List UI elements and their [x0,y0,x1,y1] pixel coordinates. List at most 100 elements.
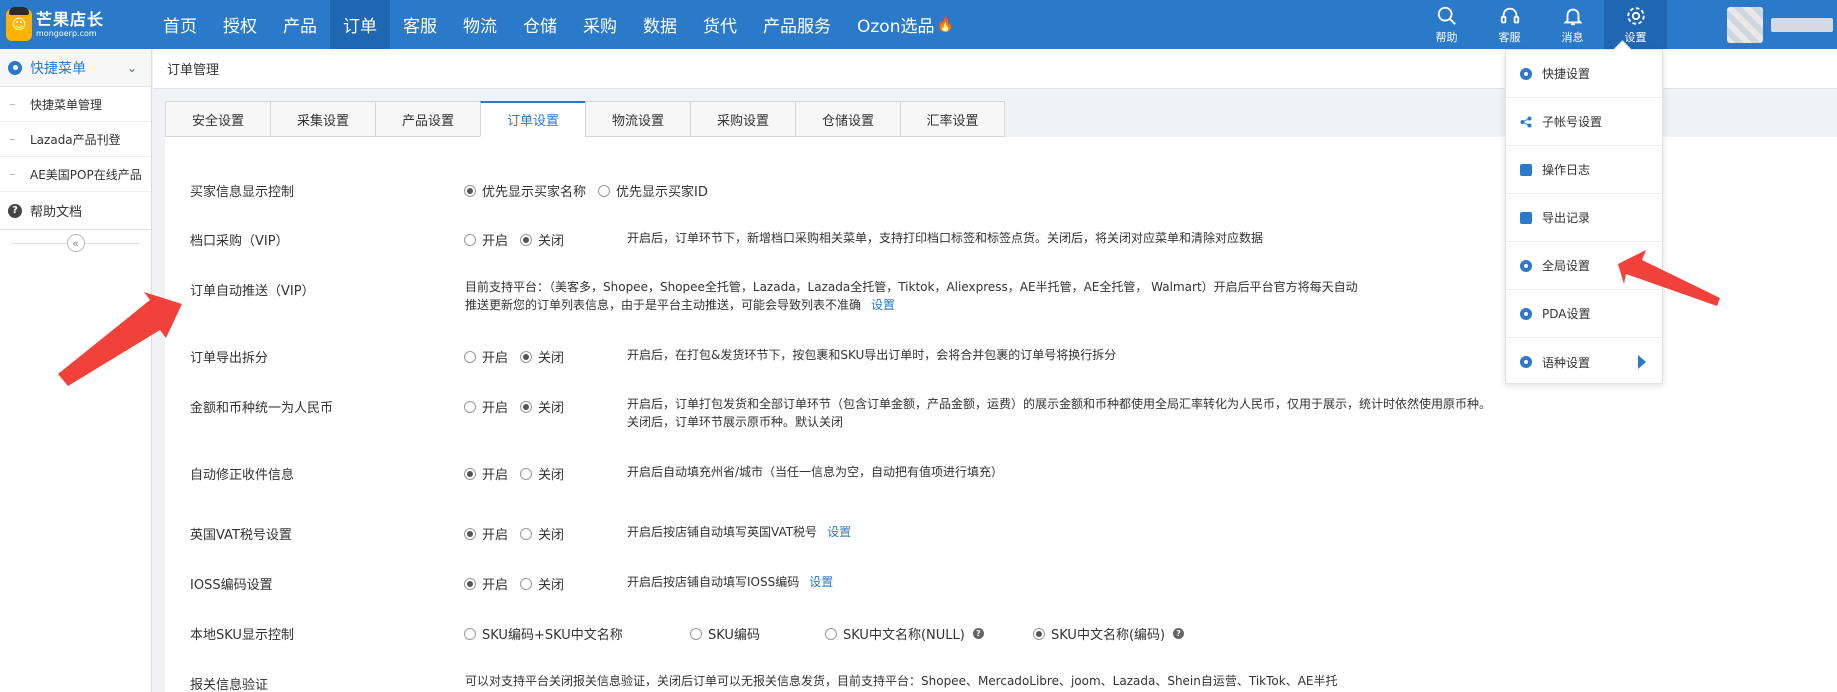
setting-label: 买家信息显示控制 [190,185,295,200]
nav-ozon[interactable]: Ozon选品 🔥 [844,0,967,49]
setting-description: 目前支持平台：（美客多，Shopee，Shopee全托管，Lazada，Laza… [465,280,1358,312]
nav-data[interactable]: 数据 [630,0,690,49]
tab-purchase[interactable]: 采购设置 [690,101,795,137]
tab-warehouse[interactable]: 仓储设置 [795,101,900,137]
ioss-settings-link[interactable]: 设置 [809,575,833,589]
radio-buyer-name[interactable]: 优先显示买家名称 [464,181,586,200]
help-tooltip-icon[interactable]: ? [972,628,984,639]
menu-item-export-records[interactable]: 导出记录 [1506,194,1662,242]
menu-item-pda-settings[interactable]: PDA设置 [1506,290,1662,338]
page-title: 订单管理 [167,63,220,78]
setting-label: 自动修正收件信息 [190,468,295,483]
tab-logistics[interactable]: 物流设置 [585,101,690,137]
setting-description: 开启后自动填充州省/城市（当任一信息为空，自动把有值项进行填充） [627,465,1004,479]
nav-logistics[interactable]: 物流 [450,0,510,49]
nav-auth[interactable]: 授权 [210,0,270,49]
radio-sku-code-name[interactable]: SKU编码+SKU中文名称 [464,624,690,643]
radio-off[interactable]: 关闭 [520,574,564,593]
nav-home[interactable]: 首页 [150,0,210,49]
sidebar-item-lazada-listing[interactable]: Lazada产品刊登 [0,122,151,157]
uk-vat-settings-link[interactable]: 设置 [827,525,851,539]
setting-description: 开启后按店铺自动填写IOSS编码 设置 [627,575,834,589]
radio-off[interactable]: 关闭 [520,464,564,483]
collapse-sidebar-button[interactable]: « [66,234,85,252]
main-nav: 首页 授权 产品 订单 客服 物流 仓储 采购 数据 货代 产品服务 Ozon选… [150,0,967,49]
nav-service[interactable]: 客服 [390,0,450,49]
radio-buyer-id[interactable]: 优先显示买家ID [598,181,708,200]
setting-description: 可以对支持平台关闭报关信息验证，关闭后订单可以无报关信息发货，目前支持平台：Sh… [465,674,1338,688]
brand-logo[interactable]: ☺ 芒果店长 mongoerp.com [0,0,150,49]
gear-icon [1520,307,1532,320]
radio-on[interactable]: 开启 [464,524,508,543]
menu-item-language-settings[interactable]: 语种设置 [1506,338,1662,386]
setting-label: IOSS编码设置 [190,578,273,593]
radio-on[interactable]: 开启 [464,464,508,483]
sidebar-item-ae-pop[interactable]: AE美国POP在线产品 [0,157,151,192]
settings-button[interactable]: 设置 [1604,0,1667,49]
setting-description: 开启后，在打包&发货环节下，按包裹和SKU导出订单时，会将合并包裹的订单号将换行… [627,348,1117,362]
gear-icon [1520,259,1532,272]
username-blurred [1771,17,1833,32]
setting-description: 开启后按店铺自动填写英国VAT税号 设置 [627,525,852,539]
avatar [1727,6,1763,43]
radio-on[interactable]: 开启 [464,574,508,593]
doc-icon [1520,163,1532,176]
fire-icon: 🔥 [936,16,954,33]
sidebar-item-quick-menu-manage[interactable]: 快捷菜单管理 [0,87,151,122]
radio-on[interactable]: 开启 [464,230,508,249]
sidebar-quick-menu[interactable]: 快捷菜单 ⌄ [0,49,151,87]
tab-order[interactable]: 订单设置 [480,101,585,137]
nav-warehouse[interactable]: 仓储 [510,0,570,49]
tab-collect[interactable]: 采集设置 [270,101,375,137]
menu-item-quick-settings[interactable]: 快捷设置 [1506,50,1662,98]
quick-menu-icon [8,60,22,75]
message-button[interactable]: 消息 [1541,0,1604,49]
setting-label: 档口采购（VIP） [190,234,289,249]
service-button[interactable]: 客服 [1478,0,1541,49]
nav-forwarder[interactable]: 货代 [690,0,750,49]
user-menu[interactable] [1667,0,1837,49]
chevron-down-icon: ⌄ [126,60,137,75]
nav-order[interactable]: 订单 [330,0,390,49]
settings-dropdown-menu: 快捷设置 子帐号设置 操作日志 导出记录 全局设置 PDA设置 语种设置 [1505,49,1663,384]
settings-tabs: 安全设置 采集设置 产品设置 订单设置 物流设置 采购设置 仓储设置 汇率设置 [165,101,1005,137]
share-icon [1520,116,1532,128]
radio-off[interactable]: 关闭 [520,524,564,543]
caret-right-icon [1638,355,1646,369]
nav-product[interactable]: 产品 [270,0,330,49]
nav-purchase[interactable]: 采购 [570,0,630,49]
bell-icon [1562,8,1583,25]
menu-item-global-settings[interactable]: 全局设置 [1506,242,1662,290]
sidebar: 快捷菜单 ⌄ 快捷菜单管理 Lazada产品刊登 AE美国POP在线产品 ? 帮… [0,49,152,692]
radio-on[interactable]: 开启 [464,397,508,416]
radio-sku-code[interactable]: SKU编码 [690,624,825,643]
setting-label: 金额和币种统一为人民币 [190,401,334,416]
radio-sku-name-null[interactable]: SKU中文名称(NULL)? [825,624,1033,643]
radio-off[interactable]: 关闭 [520,230,564,249]
mango-logo-icon: ☺ [6,6,32,41]
setting-label: 英国VAT税号设置 [190,528,292,543]
nav-product-service[interactable]: 产品服务 [750,0,844,49]
brand-domain: mongoerp.com [36,28,97,38]
auto-push-settings-link[interactable]: 设置 [871,298,895,312]
radio-off[interactable]: 关闭 [520,397,564,416]
question-icon: ? [8,203,22,218]
menu-item-operation-log[interactable]: 操作日志 [1506,146,1662,194]
help-button[interactable]: 帮助 [1415,0,1478,49]
sidebar-help-docs[interactable]: ? 帮助文档 [0,192,151,230]
setting-description: 开启后，订单环节下，新增档口采购相关菜单，支持打印档口标签和标签点货。关闭后，将… [627,231,1264,245]
doc-icon [1520,211,1532,224]
radio-sku-name-code[interactable]: SKU中文名称(编码)? [1033,624,1185,643]
brand-name: 芒果店长 [36,9,105,29]
tab-exchange[interactable]: 汇率设置 [900,101,1005,137]
tab-product[interactable]: 产品设置 [375,101,480,137]
help-tooltip-icon[interactable]: ? [1173,628,1185,639]
radio-off[interactable]: 关闭 [520,347,564,366]
gear-icon [1520,67,1532,80]
menu-item-subaccount[interactable]: 子帐号设置 [1506,98,1662,146]
search-icon [1437,6,1456,25]
radio-on[interactable]: 开启 [464,347,508,366]
headset-icon [1500,7,1519,23]
setting-label: 订单导出拆分 [190,351,269,366]
tab-security[interactable]: 安全设置 [165,101,270,137]
